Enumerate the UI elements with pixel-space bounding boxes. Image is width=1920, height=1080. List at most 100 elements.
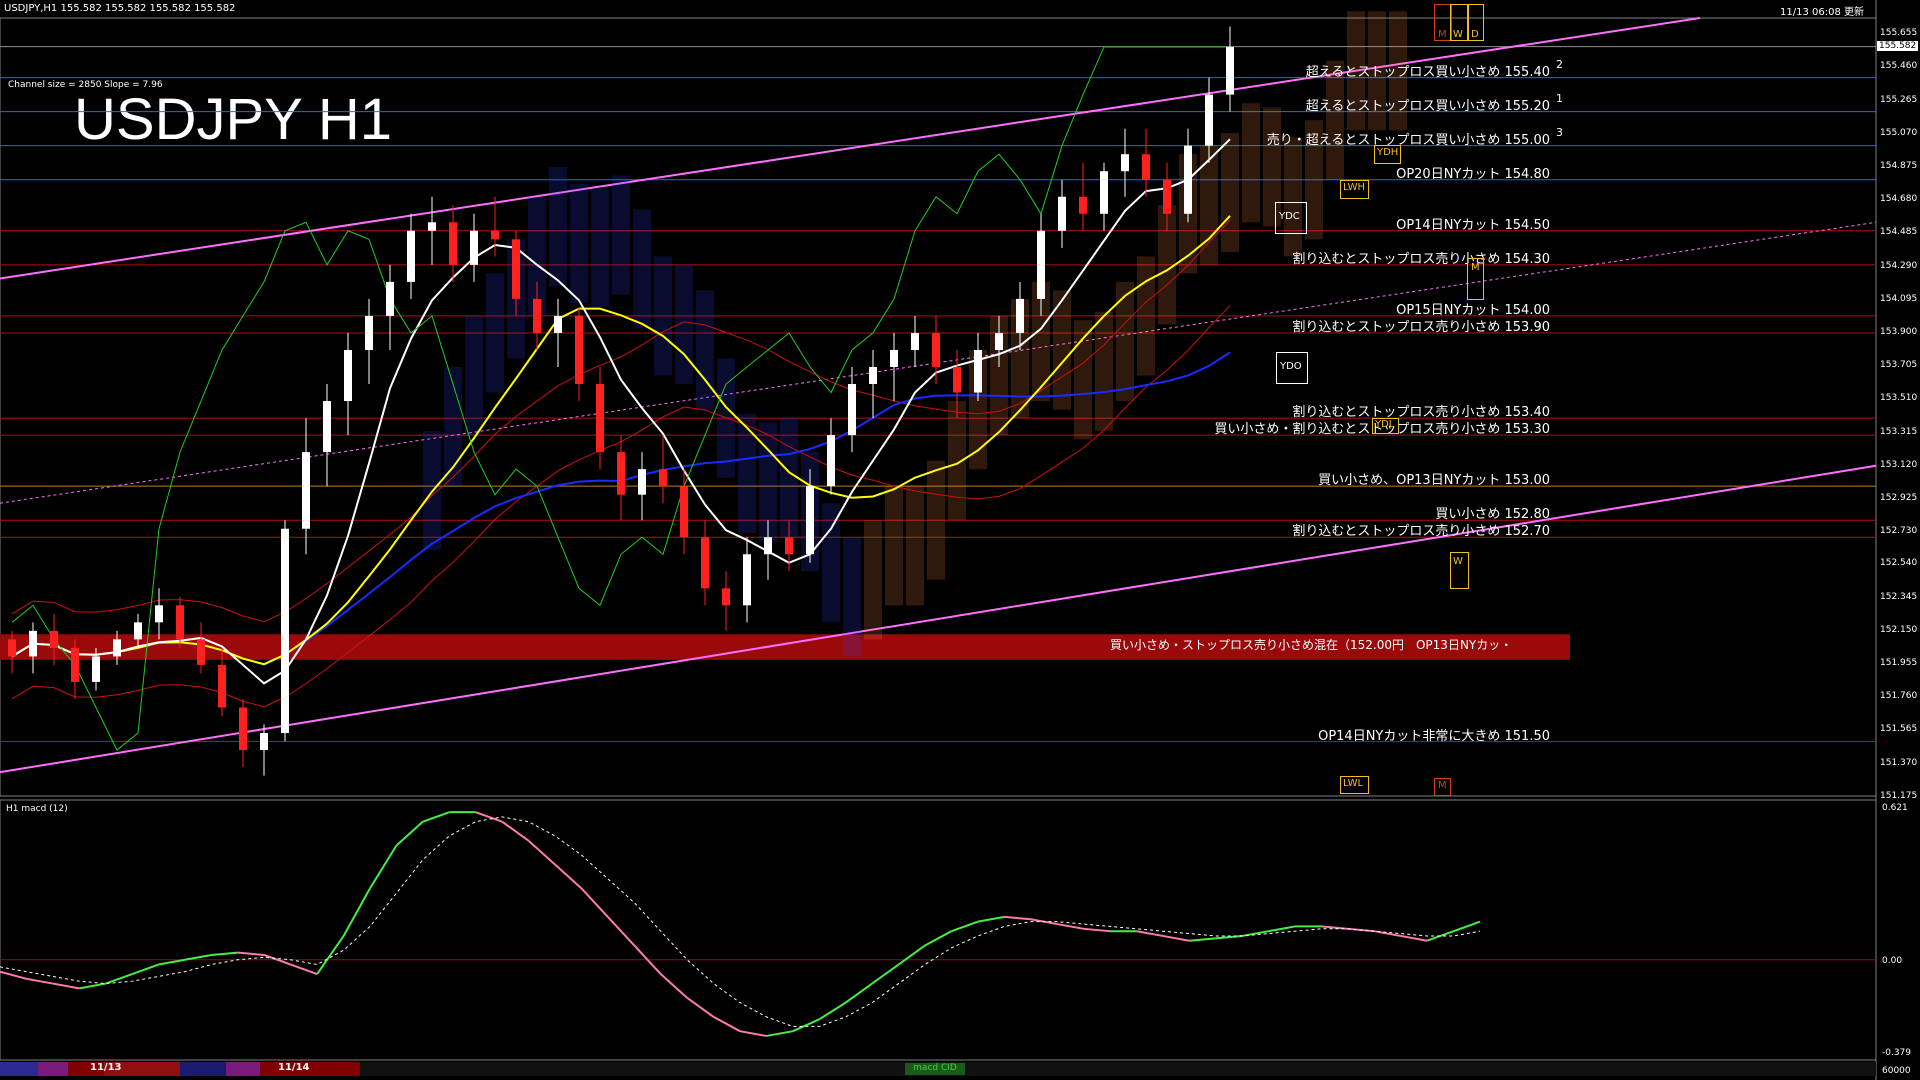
macd-main-segment bbox=[897, 944, 926, 966]
price-tick: 152.150 bbox=[1880, 624, 1918, 635]
candle-body bbox=[239, 707, 247, 751]
candle-body bbox=[134, 622, 142, 640]
macd-main-segment bbox=[1004, 915, 1031, 921]
level-index: 1 bbox=[1556, 91, 1563, 105]
price-tick: 151.760 bbox=[1880, 691, 1918, 702]
ydo-box: YDO bbox=[1276, 352, 1308, 384]
macd-main-segment bbox=[554, 863, 583, 890]
candle-body bbox=[974, 349, 982, 393]
lwh-box: LWH bbox=[1340, 180, 1369, 199]
candle-body bbox=[932, 332, 940, 367]
candle-body bbox=[176, 605, 184, 640]
macd-main-segment bbox=[1083, 927, 1111, 933]
candle-body bbox=[29, 630, 37, 657]
macd-signal bbox=[0, 816, 1481, 1027]
candle-body bbox=[323, 401, 331, 453]
candle-body bbox=[449, 222, 457, 265]
candle-body bbox=[92, 656, 100, 682]
ydl-box: YDL bbox=[1372, 418, 1399, 434]
macd-main-segment bbox=[290, 963, 318, 975]
candle-body bbox=[344, 349, 352, 402]
level-label: 超えるとストップロス買い小さめ 155.20 bbox=[1305, 98, 1550, 114]
macd-main-segment bbox=[1400, 934, 1428, 942]
price-tick: 154.875 bbox=[1880, 160, 1918, 171]
macd-main-segment bbox=[527, 839, 556, 866]
date-strip: 11/13 11/14 macd CID bbox=[0, 1062, 1876, 1076]
m-box-bottom: M bbox=[1434, 778, 1451, 796]
band-label: 買い小さめ・ストップロス売り小さめ混在（152.00円 OP13日NYカッ・ bbox=[1110, 638, 1513, 653]
macd-main-segment bbox=[686, 997, 715, 1018]
date-label-1: 11/13 bbox=[90, 1062, 122, 1073]
candle-body bbox=[1058, 196, 1066, 231]
candle-body bbox=[491, 230, 499, 240]
candle-body bbox=[302, 452, 310, 529]
macd-main-segment bbox=[79, 982, 106, 990]
candle-body bbox=[722, 588, 730, 606]
level-label: 買い小さめ、OP13日NYカット 153.00 bbox=[1318, 473, 1550, 489]
kumo-cell bbox=[906, 486, 924, 606]
level-label: OP14日NYカット 154.50 bbox=[1396, 217, 1550, 233]
macd-main-segment bbox=[342, 887, 371, 937]
price-tick: 154.290 bbox=[1880, 260, 1918, 271]
kumo-cell bbox=[465, 315, 483, 436]
kumo-cell bbox=[1242, 103, 1260, 223]
candle-body bbox=[1142, 154, 1150, 180]
price-tick: 152.540 bbox=[1880, 558, 1918, 569]
kumo-cell bbox=[1221, 132, 1239, 253]
macd-main-segment bbox=[713, 1016, 741, 1033]
candle-body bbox=[113, 639, 121, 657]
macd-main-segment bbox=[766, 1030, 794, 1037]
candle-body bbox=[911, 332, 919, 350]
candle-body bbox=[512, 239, 520, 299]
price-tick: 151.955 bbox=[1880, 658, 1918, 669]
level-label: 割り込むとストップロス売り小さめ 153.90 bbox=[1292, 319, 1550, 335]
macd-main-segment bbox=[395, 820, 424, 847]
macd-main-segment bbox=[845, 982, 873, 1004]
macd-main-segment bbox=[739, 1030, 767, 1037]
candle-body bbox=[890, 349, 898, 367]
candle-body bbox=[659, 469, 667, 487]
candle-body bbox=[869, 366, 877, 385]
candle-body bbox=[50, 630, 58, 648]
kumo-cell bbox=[1200, 145, 1218, 265]
macd-panel-border bbox=[0, 799, 1877, 1061]
candle-body bbox=[995, 332, 1003, 350]
kumo-cell bbox=[780, 418, 798, 538]
kumo-cell bbox=[570, 183, 588, 304]
candle-body bbox=[806, 486, 814, 555]
macd-main-segment bbox=[1453, 920, 1481, 933]
price-tick: 151.370 bbox=[1880, 757, 1918, 768]
macd-status[interactable]: macd CID bbox=[905, 1063, 965, 1075]
kumo-cell bbox=[549, 166, 567, 287]
kumo-cell bbox=[1137, 256, 1155, 376]
price-tick: 153.705 bbox=[1880, 360, 1918, 371]
macd-main-segment bbox=[818, 1001, 847, 1021]
candle-body bbox=[1205, 94, 1213, 146]
kumo-cell bbox=[843, 537, 861, 657]
price-tick: 152.345 bbox=[1880, 591, 1918, 602]
kumo-cell bbox=[927, 460, 945, 580]
level-index: 2 bbox=[1556, 57, 1563, 71]
candle-body bbox=[1121, 154, 1129, 172]
macd-main-segment bbox=[607, 916, 636, 947]
price-chart[interactable] bbox=[0, 0, 1920, 1080]
level-label: 割り込むとストップロス売り小さめ 154.30 bbox=[1292, 251, 1550, 267]
macd-main-segment bbox=[977, 915, 1005, 923]
macd-main-segment bbox=[211, 951, 238, 956]
macd-main-segment bbox=[1056, 923, 1084, 930]
macd-main-segment bbox=[131, 963, 159, 975]
macd-main-segment bbox=[0, 970, 27, 980]
level-label: 超えるとストップロス買い小さめ 155.40 bbox=[1305, 64, 1550, 80]
candle-body bbox=[428, 222, 436, 231]
candle-body bbox=[953, 366, 961, 393]
candle-body bbox=[71, 647, 79, 682]
macd-main-segment bbox=[316, 935, 345, 975]
m-box-mid: M bbox=[1467, 258, 1484, 300]
macd-main-segment bbox=[475, 811, 503, 823]
volume-tick: 60000 bbox=[1882, 1066, 1911, 1076]
candle-body bbox=[848, 384, 856, 436]
kumo-cell bbox=[885, 486, 903, 606]
macd-main-segment bbox=[1136, 930, 1164, 937]
candle-body bbox=[1184, 145, 1192, 214]
kumo-cell bbox=[1116, 281, 1134, 402]
